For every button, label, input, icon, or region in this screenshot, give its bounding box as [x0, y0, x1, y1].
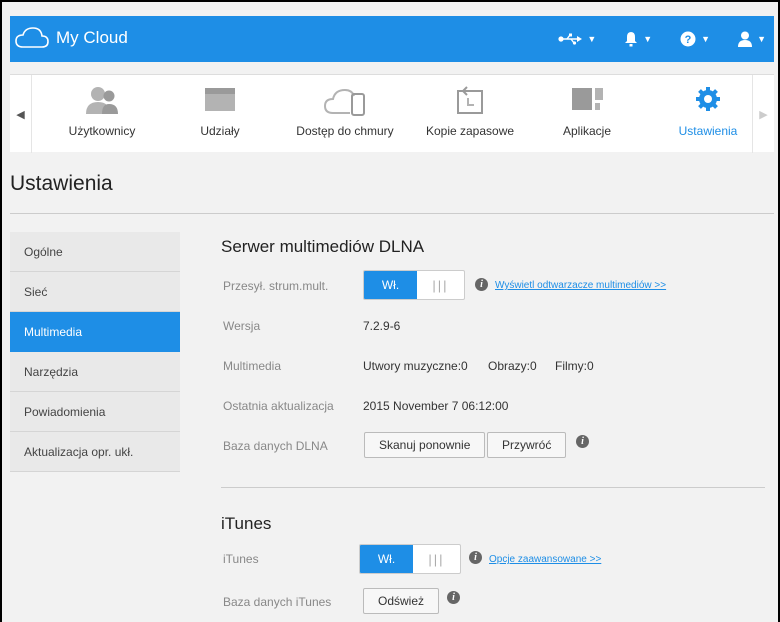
toggle-on-label: Wł. [360, 545, 413, 573]
nav-item-label: Kopie zapasowe [425, 124, 515, 138]
chevron-down-icon: ▼ [643, 34, 653, 44]
nav-scroll-left-button[interactable]: ◀ [10, 75, 32, 153]
nav-item-label: Ustawienia [678, 124, 738, 138]
refresh-button[interactable]: Odśwież [363, 588, 440, 614]
restore-button[interactable]: Przywróć [487, 432, 567, 458]
usb-menu[interactable]: ▼ [558, 33, 596, 45]
nav-scroll-right-button[interactable]: ▶ [752, 75, 774, 153]
users-icon [86, 87, 118, 114]
nav-item-label: Dostęp do chmury [296, 124, 394, 138]
notifications-menu[interactable]: ▼ [624, 31, 652, 47]
media-players-link[interactable]: Wyświetl odtwarzacze multimediów >> [495, 280, 666, 291]
version-label: Wersja [223, 319, 261, 333]
dlna-db-label: Baza danych DLNA [223, 439, 328, 453]
rescan-button[interactable]: Skanuj ponownie [364, 432, 486, 458]
toggle-off-grip: ||| [432, 277, 449, 293]
info-icon[interactable]: i [447, 591, 460, 604]
multimedia-label: Multimedia [223, 359, 282, 373]
nav-item-shares[interactable]: Udziały [190, 75, 250, 153]
app-window: My Cloud ▼ ▼ ? ▼ ▼ ◀ Użytkownicy Udziały… [0, 0, 780, 622]
toggle-off-grip: ||| [428, 551, 445, 567]
nav-item-label: Udziały [200, 124, 240, 138]
chevron-down-icon: ▼ [757, 34, 766, 44]
svg-text:?: ? [685, 34, 692, 46]
app-title: My Cloud [56, 28, 128, 47]
sidebar-item-tools[interactable]: Narzędzia [10, 352, 180, 392]
apps-icon [572, 88, 603, 110]
stream-label: Przesył. strum.mult. [223, 279, 329, 293]
sidebar-item-network[interactable]: Sieć [10, 272, 180, 312]
itunes-label: iTunes [223, 552, 259, 566]
help-icon: ? [680, 31, 696, 47]
user-menu[interactable]: ▼ [738, 31, 766, 47]
nav-item-users[interactable]: Użytkownicy [52, 75, 152, 153]
itunes-toggle[interactable]: Wł. ||| [359, 544, 461, 574]
nav-item-backups[interactable]: Kopie zapasowe [420, 75, 520, 153]
sidebar-item-multimedia[interactable]: Multimedia [10, 312, 180, 352]
version-value: 7.2.9-6 [363, 319, 401, 333]
folder-icon [205, 88, 235, 111]
backup-icon [457, 86, 483, 114]
user-icon [738, 31, 753, 47]
settings-sidebar: Ogólne Sieć Multimedia Narzędzia Powiado… [10, 232, 180, 472]
chevron-down-icon: ▼ [587, 34, 597, 44]
dlna-section-title: Serwer multimediów DLNA [221, 237, 425, 256]
cloud-logo-icon [15, 27, 49, 48]
nav-item-apps[interactable]: Aplikacje [552, 75, 622, 153]
help-menu[interactable]: ? ▼ [680, 31, 710, 47]
toggle-on-label: Wł. [364, 271, 417, 299]
top-bar: My Cloud ▼ ▼ ? ▼ ▼ [10, 16, 774, 62]
nav-item-settings[interactable]: Ustawienia [672, 75, 744, 153]
sidebar-item-notifications[interactable]: Powiadomienia [10, 392, 180, 432]
chevron-down-icon: ▼ [701, 34, 711, 44]
nav-item-label: Aplikacje [562, 124, 612, 138]
info-icon[interactable]: i [576, 435, 589, 448]
music-count: Utwory muzyczne:0 [363, 359, 468, 373]
cloud-device-icon [323, 88, 365, 116]
nav-item-cloud-access[interactable]: Dostęp do chmury [290, 75, 400, 153]
itunes-section-title: iTunes [221, 514, 272, 533]
gear-icon [696, 87, 720, 111]
sidebar-item-general[interactable]: Ogólne [10, 232, 180, 272]
main-nav: ◀ Użytkownicy Udziały Dostęp do chmury K… [10, 74, 774, 153]
nav-item-label: Użytkownicy [68, 124, 136, 138]
page-title: Ustawienia [10, 172, 113, 195]
info-icon[interactable]: i [475, 278, 488, 291]
usb-icon [558, 33, 583, 45]
logo[interactable]: My Cloud [14, 25, 128, 51]
divider [221, 487, 765, 488]
dlna-stream-toggle[interactable]: Wł. ||| [363, 270, 465, 300]
info-icon[interactable]: i [469, 551, 482, 564]
last-update-value: 2015 November 7 06:12:00 [363, 399, 509, 413]
bell-icon [625, 32, 638, 47]
itunes-db-label: Baza danych iTunes [223, 595, 332, 609]
divider [10, 213, 774, 214]
sidebar-item-firmware-update[interactable]: Aktualizacja opr. ukł. [10, 432, 180, 472]
last-update-label: Ostatnia aktualizacja [223, 399, 334, 413]
images-count: Obrazy:0 [488, 359, 537, 373]
advanced-options-link[interactable]: Opcje zaawansowane >> [489, 554, 601, 565]
movies-count: Filmy:0 [555, 359, 594, 373]
